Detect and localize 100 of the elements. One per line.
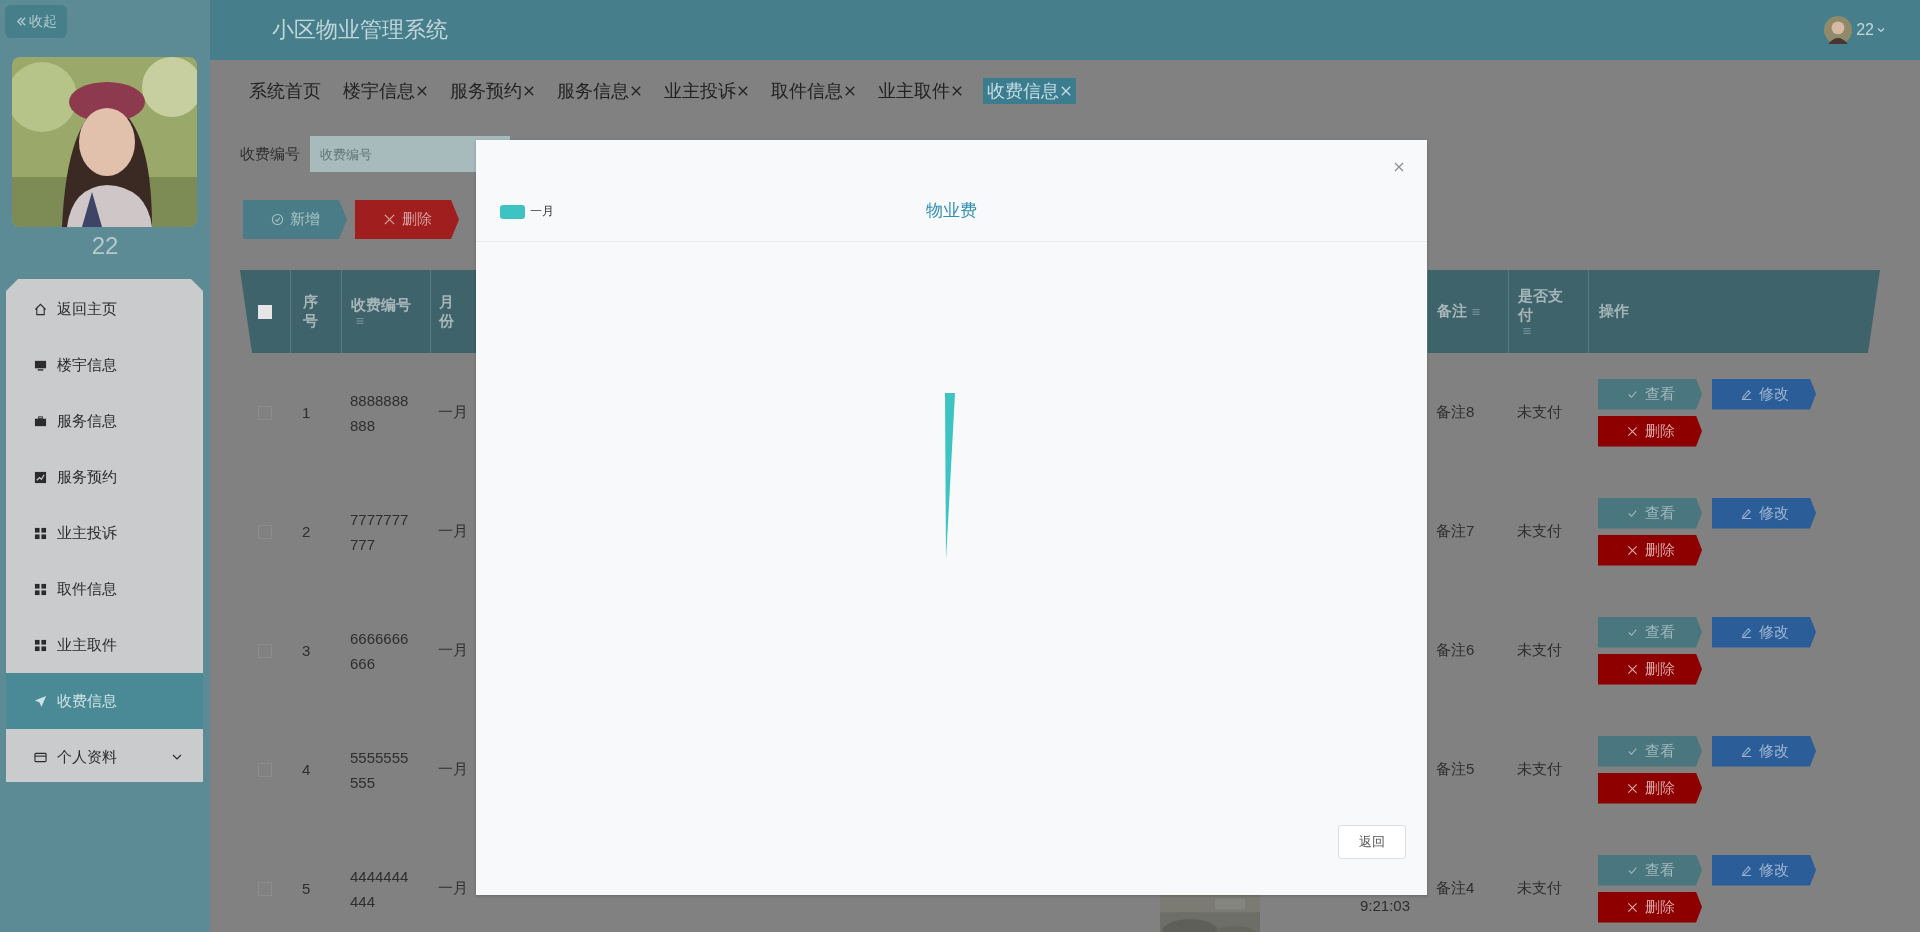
table-cell: 4 — [302, 761, 311, 778]
edit-button[interactable]: 修改 — [1712, 735, 1816, 767]
menu-item[interactable]: 服务信息 — [6, 393, 203, 449]
menu-item[interactable]: 服务预约 — [6, 449, 203, 505]
tab[interactable]: 取件信息 — [769, 78, 858, 104]
close-icon — [1625, 424, 1639, 438]
check-circle-icon — [270, 213, 284, 226]
pencil-icon — [1739, 625, 1753, 639]
legend-item[interactable]: 一月 — [500, 203, 554, 220]
edit-button[interactable]: 修改 — [1712, 378, 1816, 410]
table-cell: 2 — [302, 523, 311, 540]
grid-icon — [34, 638, 47, 652]
back-button[interactable]: 返回 — [1338, 825, 1406, 859]
delete-button[interactable]: 删除 — [1598, 415, 1702, 447]
view-button[interactable]: 查看 — [1598, 854, 1702, 886]
pencil-icon — [1739, 506, 1753, 520]
delete-button[interactable]: 删除 — [1598, 772, 1702, 804]
user-menu-button[interactable]: 22 — [1852, 21, 1890, 39]
table-cell: 9:21:03 — [1360, 897, 1411, 914]
table-cell: 未支付 — [1517, 522, 1562, 541]
delete-button[interactable]: 删除 — [1598, 891, 1702, 923]
user-name: 22 — [91, 231, 119, 261]
close-icon — [1625, 543, 1639, 557]
caret-icon — [1876, 25, 1886, 35]
search-label: 收费编号 — [240, 144, 300, 164]
table-cell: 一月 — [438, 522, 468, 541]
close-icon — [382, 213, 396, 226]
table-cell-text: 4444444444 — [350, 866, 410, 912]
card-icon — [34, 750, 47, 764]
monitor-icon — [34, 358, 47, 372]
pencil-icon — [1739, 387, 1753, 401]
tab[interactable]: 楼宇信息 — [341, 78, 430, 104]
delete-button[interactable]: 删除 — [1598, 534, 1702, 566]
tab[interactable]: 系统首页 — [247, 78, 323, 104]
grid-icon — [34, 526, 47, 540]
tab[interactable]: 服务信息 — [555, 78, 644, 104]
close-icon[interactable] — [844, 85, 856, 97]
column-header: 序号 — [290, 270, 341, 353]
edit-button[interactable]: 修改 — [1712, 616, 1816, 648]
table-cell: 未支付 — [1517, 879, 1562, 898]
close-icon[interactable] — [737, 85, 749, 97]
edit-button[interactable]: 修改 — [1712, 854, 1816, 886]
app-title: 小区物业管理系统 — [272, 16, 448, 44]
close-icon — [1625, 781, 1639, 795]
close-icon[interactable] — [951, 85, 963, 97]
edit-button[interactable]: 修改 — [1712, 497, 1816, 529]
tab[interactable]: 业主投诉 — [662, 78, 751, 104]
delete-button[interactable]: 删除 — [1598, 653, 1702, 685]
menu-item[interactable]: 业主取件 — [6, 617, 203, 673]
chart-icon — [34, 470, 47, 484]
close-icon[interactable] — [523, 85, 535, 97]
column-header: 操作 — [1588, 270, 1880, 353]
table-cell: 备注5 — [1436, 760, 1475, 779]
add-button[interactable]: 新增 — [243, 200, 347, 239]
column-header[interactable]: 收费编号 — [341, 270, 430, 353]
chart-title: 物业费 — [926, 200, 977, 222]
table-cell: 备注7 — [1436, 522, 1475, 541]
table-cell: 未支付 — [1517, 403, 1562, 422]
table-cell: 一月 — [438, 760, 468, 779]
close-icon — [1625, 900, 1639, 914]
close-icon — [1625, 662, 1639, 676]
table-cell: 一月 — [438, 641, 468, 660]
menu-item[interactable]: 楼宇信息 — [6, 337, 203, 393]
table-cell: 备注6 — [1436, 641, 1475, 660]
menu-item[interactable]: 返回主页 — [6, 281, 203, 337]
table-cell: 一月 — [438, 403, 468, 422]
pencil-icon — [1739, 863, 1753, 877]
grid-icon — [34, 582, 47, 596]
menu-item[interactable]: 取件信息 — [6, 561, 203, 617]
delete-button[interactable]: 删除 — [355, 200, 459, 239]
close-icon[interactable] — [630, 85, 642, 97]
briefcase-icon — [34, 414, 47, 428]
view-button[interactable]: 查看 — [1598, 616, 1702, 648]
view-button[interactable]: 查看 — [1598, 378, 1702, 410]
close-icon[interactable] — [416, 85, 428, 97]
table-cell-text: 8888888888 — [350, 390, 410, 436]
tab[interactable]: 收费信息 — [983, 78, 1076, 104]
table-cell: 备注4 — [1436, 879, 1475, 898]
double-chevron-icon — [15, 16, 27, 27]
table-cell-text: 6666666666 — [350, 628, 410, 674]
close-icon[interactable] — [1393, 161, 1405, 173]
sort-icon[interactable] — [354, 315, 366, 327]
view-button[interactable]: 查看 — [1598, 497, 1702, 529]
table-cell: 未支付 — [1517, 641, 1562, 660]
menu-item[interactable]: 业主投诉 — [6, 505, 203, 561]
legend-label: 一月 — [530, 203, 554, 220]
column-header[interactable]: 是否支付 — [1508, 270, 1588, 353]
collapse-button[interactable]: 收起 — [5, 5, 67, 38]
table-cell: 一月 — [438, 879, 468, 898]
tab[interactable]: 业主取件 — [876, 78, 965, 104]
home-icon — [34, 302, 47, 316]
paper-plane-icon — [34, 694, 47, 708]
tab[interactable]: 服务预约 — [448, 78, 537, 104]
table-cell-text: 5555555555 — [350, 747, 410, 793]
menu-item[interactable]: 收费信息 — [6, 673, 203, 729]
pencil-icon — [1739, 744, 1753, 758]
table-cell: 备注8 — [1436, 403, 1475, 422]
menu-item[interactable]: 个人资料 — [6, 729, 203, 785]
view-button[interactable]: 查看 — [1598, 735, 1702, 767]
table-cell: 5 — [302, 880, 311, 897]
